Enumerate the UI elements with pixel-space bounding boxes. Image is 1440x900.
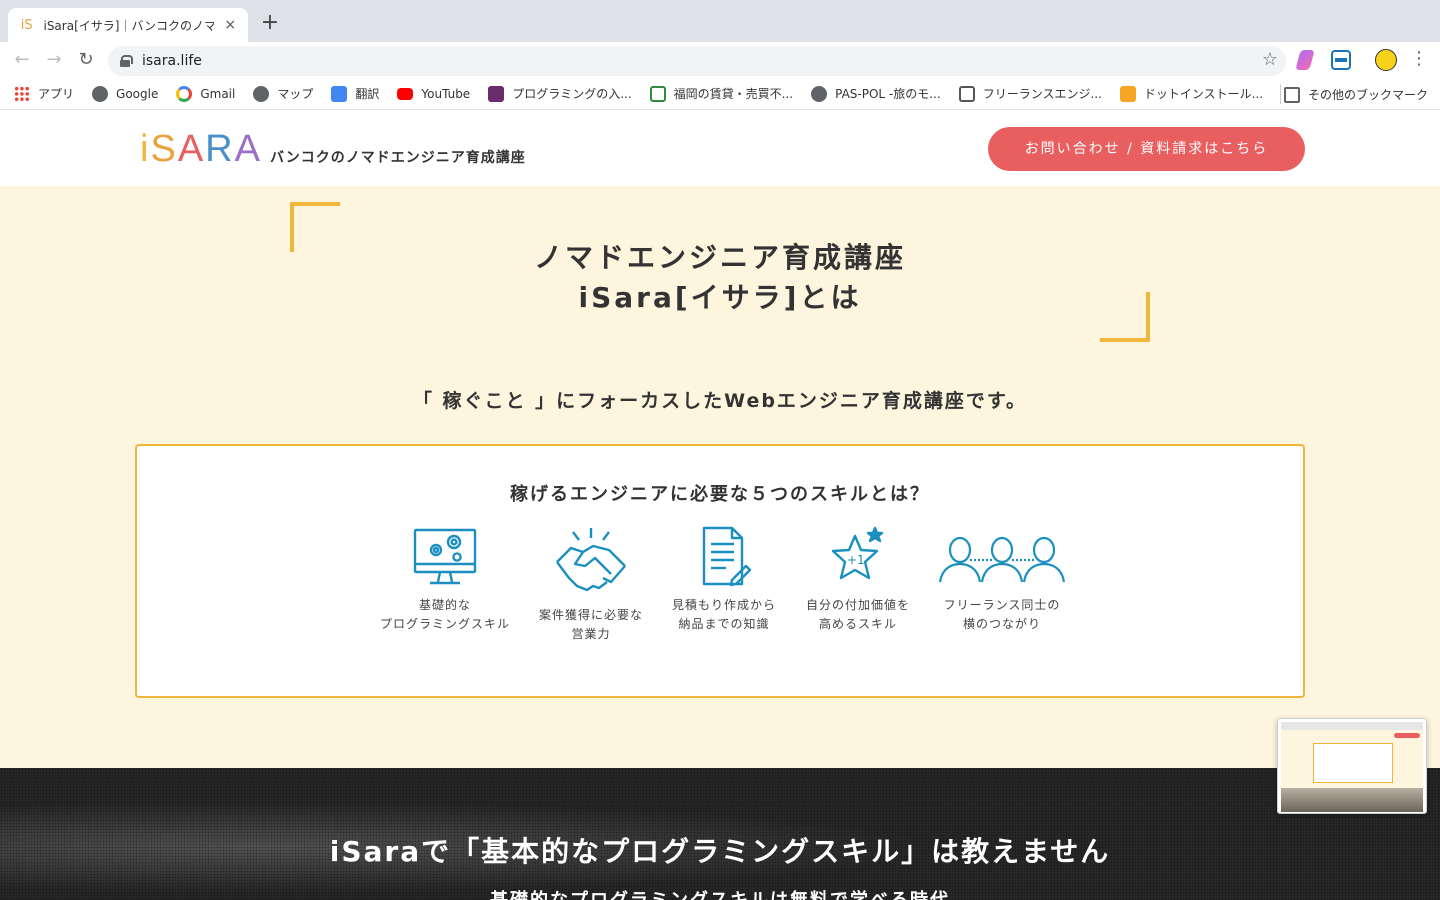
contact-button[interactable]: お問い合わせ / 資料請求はこちら (988, 127, 1305, 171)
lock-icon (120, 55, 133, 67)
bookmark-item[interactable]: ドットインストール... (1119, 85, 1264, 102)
bookmark-label: 福岡の賃貸・売買不... (673, 87, 794, 101)
browser-toolbar: ← → ↻ isara.life ☆ ⋮ (0, 42, 1440, 78)
bookmark-item[interactable]: プログラミングの入... (488, 85, 632, 102)
thumbnail-part (1281, 722, 1423, 730)
google-icon (176, 85, 193, 102)
bookmark-item[interactable]: Gmail (176, 85, 236, 102)
bookmark-label: PAS-POL -旅のモ... (835, 87, 941, 101)
address-bar[interactable]: isara.life ☆ (108, 46, 1286, 76)
bookmark-label: プログラミングの入... (512, 87, 632, 101)
other-bookmarks-label: その他のブックマーク (1307, 88, 1428, 102)
house-icon (649, 85, 666, 102)
skill-label: 案件獲得に必要な 営業力 (538, 608, 643, 641)
extension-icon[interactable] (1331, 50, 1351, 70)
screenshot-thumbnail[interactable] (1277, 718, 1427, 814)
bookmark-label: フリーランスエンジ... (982, 87, 1102, 101)
site-header: iSARA バンコクのノマドエンジニア育成講座 お問い合わせ / 資料請求はこち… (0, 111, 1440, 186)
home-icon (958, 85, 975, 102)
isara-logo[interactable]: iSARA (140, 129, 262, 169)
back-icon[interactable]: ← (10, 48, 34, 72)
skill-label: 基礎的な プログラミングスキル (379, 598, 510, 631)
bookmark-separator (1280, 84, 1281, 104)
extension-icon[interactable] (1295, 50, 1315, 70)
bookmark-item[interactable]: 福岡の賃貸・売買不... (649, 85, 794, 102)
browser-menu-icon[interactable]: ⋮ (1410, 48, 1428, 69)
skill-item: 見積もり作成から 納品までの知識 (649, 526, 799, 634)
profile-avatar[interactable] (1375, 49, 1397, 71)
skill-label: 見積もり作成から 納品までの知識 (671, 598, 776, 631)
bookmark-label: マップ (277, 87, 314, 101)
url-text[interactable]: isara.life (142, 53, 202, 69)
bookmark-item[interactable]: フリーランスエンジ... (958, 85, 1102, 102)
bookmark-item[interactable]: マップ (253, 85, 313, 102)
skill-label: 自分の付加価値を 高めるスキル (805, 598, 910, 631)
bookmark-label: 翻訳 (355, 87, 380, 101)
skill-label: フリーランス同士の 横のつながり (943, 598, 1061, 631)
apps-grid-icon (14, 85, 30, 102)
bookmark-label: ドットインストール... (1143, 87, 1264, 101)
bookmark-item[interactable]: 翻訳 (331, 85, 379, 102)
star-plus-one-icon: +1 (831, 526, 884, 580)
intro-section: ノマドエンジニア育成講座 iSara[イサラ]とは 「 稼ぐこと 」にフォーカス… (0, 186, 1440, 768)
monitor-gears-icon (413, 528, 477, 585)
translate-icon (331, 85, 348, 102)
thumbnail-part (1281, 788, 1423, 812)
hero-photo-section: iSaraで「基本的なプログラミングスキル」は教えません 基礎的なプログラミング… (0, 768, 1440, 900)
bookmark-label: Gmail (200, 86, 236, 101)
tab-close-icon[interactable]: × (222, 17, 238, 33)
browser-tab[interactable]: iS iSara[イサラ]｜バンコクのノマドエンジニア育成講座 × (8, 8, 248, 42)
thumbnail-part (1394, 733, 1420, 738)
logo-letter: i (140, 128, 151, 170)
logo-letter: R (205, 128, 235, 170)
other-bookmarks[interactable]: その他のブックマーク (1283, 86, 1428, 103)
new-tab-button[interactable]: + (258, 12, 282, 36)
globe-icon (811, 85, 828, 102)
document-pen-icon (702, 526, 752, 587)
browser-tab-bar: iS iSara[イサラ]｜バンコクのノマドエンジニア育成講座 × + (0, 0, 1440, 42)
site-tagline: バンコクのノマドエンジニア育成講座 (270, 150, 526, 166)
skills-box: 稼げるエンジニアに必要な５つのスキルとは？ 基礎的な プログラミングスキル 案件… (135, 444, 1305, 698)
globe-icon (253, 85, 270, 102)
bookmark-star-icon[interactable]: ☆ (1262, 49, 1278, 70)
bookmark-item[interactable]: PAS-POL -旅のモ... (811, 85, 941, 102)
skills-title: 稼げるエンジニアに必要な５つのスキルとは？ (510, 484, 930, 505)
skill-item: フリーランス同士の 横のつながり (927, 526, 1077, 634)
bookmark-item[interactable]: Google (92, 85, 159, 102)
bookmark-item[interactable]: アプリ (14, 85, 74, 102)
dotinstall-icon (1119, 85, 1136, 102)
svg-text:+1: +1 (847, 553, 865, 567)
reload-icon[interactable]: ↻ (74, 48, 98, 72)
intro-title-line: iSara[イサラ]とは (578, 281, 862, 314)
bookmarks-bar: アプリ Google Gmail マップ 翻訳 YouTube プログラミングの… (0, 78, 1440, 110)
handshake-icon (556, 528, 626, 592)
bookmark-item[interactable]: YouTube (397, 87, 470, 101)
skill-item: +1 自分の付加価値を 高めるスキル (783, 526, 933, 634)
bookmark-label: YouTube (421, 86, 471, 101)
skill-item: 案件獲得に必要な 営業力 (516, 526, 666, 644)
bookmark-label: Google (116, 86, 159, 101)
intro-title-line: ノマドエンジニア育成講座 (533, 241, 906, 274)
intro-title: ノマドエンジニア育成講座 iSara[イサラ]とは (0, 238, 1440, 318)
section-title: iSaraで「基本的なプログラミングスキル」は教えません (329, 835, 1111, 868)
folder-icon (1283, 86, 1300, 103)
intro-subtitle: 「 稼ぐこと 」にフォーカスしたWebエンジニア育成講座です。 (412, 390, 1028, 412)
thumbnail-part (1313, 743, 1393, 783)
people-network-icon (938, 536, 1066, 583)
isara-favicon-icon: iS (20, 17, 33, 33)
globe-icon (92, 85, 109, 102)
skill-item: 基礎的な プログラミングスキル (370, 526, 520, 634)
logo-letter: S (150, 128, 178, 170)
bookmark-label: アプリ (38, 87, 75, 101)
youtube-icon (397, 87, 414, 100)
progate-icon (488, 85, 505, 102)
logo-letter: A (234, 128, 262, 170)
logo-letter: A (177, 128, 206, 170)
section-subtitle: 基礎的なプログラミングスキルは無料で学べる時代 (0, 886, 1440, 900)
tab-title: iSara[イサラ]｜バンコクのノマドエンジニア育成講座 (43, 18, 215, 33)
forward-icon[interactable]: → (42, 48, 66, 72)
